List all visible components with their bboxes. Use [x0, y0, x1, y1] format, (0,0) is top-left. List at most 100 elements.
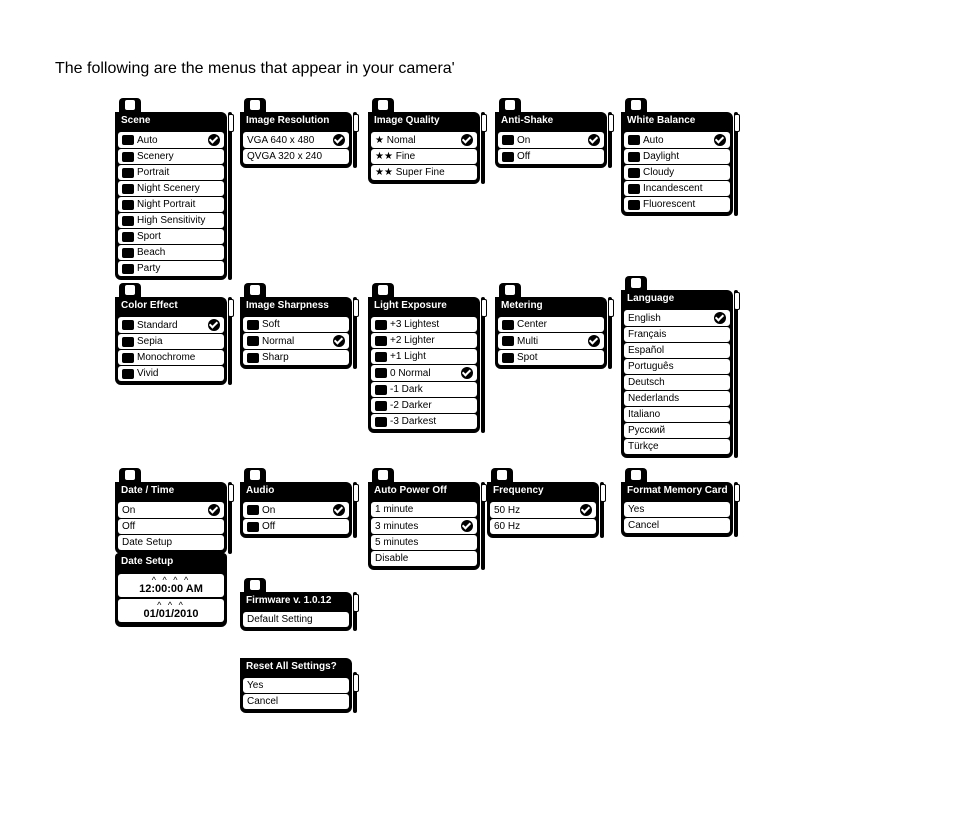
menu-item[interactable]: Portrait: [118, 165, 224, 180]
menu-item[interactable]: Nederlands: [624, 391, 730, 406]
menu-item[interactable]: Yes: [243, 678, 349, 693]
menu-body: Yes Cancel: [240, 675, 352, 713]
menu-title: Audio: [240, 482, 352, 499]
menu-item[interactable]: Cancel: [243, 694, 349, 709]
menu-body: YesCancel: [621, 499, 733, 537]
scrollbar[interactable]: [734, 290, 738, 458]
check-icon: [461, 520, 473, 532]
menu-item[interactable]: On: [118, 502, 224, 518]
scrollbar[interactable]: [353, 592, 357, 631]
menu-tab-icon: [372, 283, 394, 297]
menu-item[interactable]: Beach: [118, 245, 224, 260]
scrollbar[interactable]: [353, 672, 357, 713]
scrollbar[interactable]: [608, 297, 612, 369]
menu-item[interactable]: Night Scenery: [118, 181, 224, 196]
menu-item[interactable]: Auto: [118, 132, 224, 148]
item-icon: [122, 337, 134, 347]
menu-item[interactable]: Off: [243, 519, 349, 534]
menu-item[interactable]: On: [498, 132, 604, 148]
menu-title: Image Sharpness: [240, 297, 352, 314]
intro-text: The following are the menus that appear …: [55, 60, 914, 78]
menu-item[interactable]: Date Setup: [118, 535, 224, 550]
check-icon: [461, 134, 473, 146]
menu-audio: Audio OnOff: [240, 468, 352, 538]
menu-item[interactable]: -2 Darker: [371, 398, 477, 413]
menu-item[interactable]: Italiano: [624, 407, 730, 422]
scrollbar[interactable]: [481, 297, 485, 433]
menu-item[interactable]: QVGA 320 x 240: [243, 149, 349, 164]
menu-item[interactable]: Daylight: [624, 149, 730, 164]
menu-item[interactable]: ★ Nomal: [371, 132, 477, 148]
item-label: QVGA 320 x 240: [247, 151, 345, 162]
item-label: Cancel: [247, 696, 345, 707]
menu-item[interactable]: -1 Dark: [371, 382, 477, 397]
menu-item[interactable]: Normal: [243, 333, 349, 349]
menu-item[interactable]: Cloudy: [624, 165, 730, 180]
menu-item[interactable]: 5 minutes: [371, 535, 477, 550]
time-value[interactable]: ^ ^ ^ ^12:00:00 AM: [118, 574, 224, 597]
menu-item[interactable]: 1 minute: [371, 502, 477, 517]
menu-item[interactable]: Español: [624, 343, 730, 358]
menu-item[interactable]: ★★ Super Fine: [371, 165, 477, 180]
menu-item[interactable]: Spot: [498, 350, 604, 365]
item-label: High Sensitivity: [137, 215, 220, 226]
menu-item[interactable]: Standard: [118, 317, 224, 333]
menu-item[interactable]: Disable: [371, 551, 477, 566]
menu-item[interactable]: 50 Hz: [490, 502, 596, 518]
menu-item[interactable]: +3 Lightest: [371, 317, 477, 332]
menu-item[interactable]: Yes: [624, 502, 730, 517]
menu-item[interactable]: Night Portrait: [118, 197, 224, 212]
menu-item[interactable]: Русский: [624, 423, 730, 438]
menu-item[interactable]: 3 minutes: [371, 518, 477, 534]
menu-item[interactable]: Incandescent: [624, 181, 730, 196]
menu-item[interactable]: Sharp: [243, 350, 349, 365]
scrollbar[interactable]: [481, 482, 485, 570]
menu-item[interactable]: High Sensitivity: [118, 213, 224, 228]
menu-item[interactable]: Português: [624, 359, 730, 374]
menu-item[interactable]: Vivid: [118, 366, 224, 381]
menu-item[interactable]: 60 Hz: [490, 519, 596, 534]
menu-item[interactable]: Default Setting: [243, 612, 349, 627]
menu-item[interactable]: Monochrome: [118, 350, 224, 365]
menu-item[interactable]: ★★ Fine: [371, 149, 477, 164]
scrollbar[interactable]: [608, 112, 612, 168]
scrollbar[interactable]: [228, 112, 232, 280]
menu-item[interactable]: On: [243, 502, 349, 518]
scrollbar[interactable]: [353, 482, 357, 538]
scrollbar[interactable]: [481, 112, 485, 184]
item-icon: [247, 336, 259, 346]
menu-title: Color Effect: [115, 297, 227, 314]
menu-item[interactable]: Auto: [624, 132, 730, 148]
menu-item[interactable]: -3 Darkest: [371, 414, 477, 429]
menu-item[interactable]: Français: [624, 327, 730, 342]
menu-body: OnOff: [495, 129, 607, 168]
menu-item[interactable]: English: [624, 310, 730, 326]
scrollbar[interactable]: [353, 297, 357, 369]
scrollbar[interactable]: [734, 482, 738, 537]
menu-item[interactable]: +1 Light: [371, 349, 477, 364]
menu-item[interactable]: Party: [118, 261, 224, 276]
item-icon: [375, 385, 387, 395]
menu-item[interactable]: Multi: [498, 333, 604, 349]
scrollbar[interactable]: [228, 482, 232, 554]
menu-item[interactable]: Off: [498, 149, 604, 164]
menu-item[interactable]: Scenery: [118, 149, 224, 164]
menu-item[interactable]: Fluorescent: [624, 197, 730, 212]
menu-item[interactable]: 0 Normal: [371, 365, 477, 381]
scrollbar[interactable]: [734, 112, 738, 216]
menu-item[interactable]: Türkçe: [624, 439, 730, 454]
menu-item[interactable]: Cancel: [624, 518, 730, 533]
date-value[interactable]: ^ ^ ^01/01/2010: [118, 599, 224, 622]
menu-item[interactable]: Sport: [118, 229, 224, 244]
scrollbar[interactable]: [353, 112, 357, 168]
menu-item[interactable]: Sepia: [118, 334, 224, 349]
menu-item[interactable]: Deutsch: [624, 375, 730, 390]
menu-item[interactable]: +2 Lighter: [371, 333, 477, 348]
menu-item[interactable]: Soft: [243, 317, 349, 332]
menu-item[interactable]: Off: [118, 519, 224, 534]
menu-item[interactable]: VGA 640 x 480: [243, 132, 349, 148]
menu-item[interactable]: Center: [498, 317, 604, 332]
scrollbar[interactable]: [600, 482, 604, 538]
scrollbar[interactable]: [228, 297, 232, 385]
item-label: Soft: [262, 319, 345, 330]
